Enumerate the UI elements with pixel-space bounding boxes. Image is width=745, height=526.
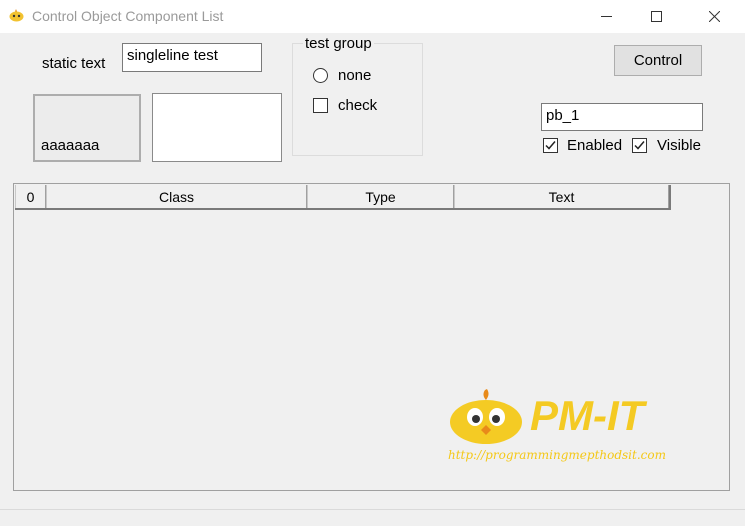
window-title: Control Object Component List	[32, 8, 224, 24]
none-radio-label: none	[338, 67, 372, 84]
checkmark-icon	[633, 139, 646, 152]
pm-it-watermark: PM-IT http://programmingmepthodsit.com	[446, 384, 696, 474]
visible-checkbox[interactable]	[632, 138, 647, 153]
watermark-brand: PM-IT	[530, 392, 645, 439]
watermark-url: http://programmingmepthodsit.com	[448, 448, 666, 462]
column-header-text[interactable]: Text	[454, 185, 669, 208]
title-bar[interactable]: Control Object Component List	[0, 0, 745, 33]
maximize-icon	[650, 11, 662, 22]
table-header: 0 Class Type Text	[15, 185, 671, 210]
control-button[interactable]: Control	[614, 45, 702, 76]
app-chick-icon	[8, 8, 25, 22]
none-radio-button[interactable]	[313, 68, 328, 83]
picture-button[interactable]: aaaaaaa	[33, 94, 141, 162]
chick-mascot-icon	[446, 386, 526, 450]
control-name-value: pb_1	[546, 107, 580, 124]
picture-button-caption: aaaaaaa	[41, 137, 100, 154]
checkmark-icon	[544, 139, 557, 152]
component-list-table[interactable]: 0 Class Type Text PM-IT http://programmi…	[13, 183, 730, 491]
status-divider	[0, 509, 745, 510]
close-icon	[708, 11, 720, 22]
column-header-type[interactable]: Type	[307, 185, 454, 208]
singleline-input-value: singleline test	[127, 47, 218, 64]
singleline-input[interactable]: singleline test	[122, 43, 262, 72]
minimize-icon	[600, 11, 612, 22]
check-checkbox-label: check	[338, 97, 378, 114]
control-name-input[interactable]: pb_1	[541, 103, 703, 131]
test-group-caption: test group	[303, 35, 374, 52]
visible-checkbox-label: Visible	[657, 137, 701, 154]
static-text-label: static text	[42, 55, 106, 72]
check-checkbox[interactable]	[313, 98, 328, 113]
enabled-checkbox-label: Enabled	[567, 137, 623, 154]
enabled-checkbox[interactable]	[543, 138, 558, 153]
close-button[interactable]	[691, 0, 737, 33]
control-button-label: Control	[633, 52, 683, 69]
multiline-input[interactable]	[152, 93, 282, 162]
minimize-button[interactable]	[583, 0, 629, 33]
maximize-button[interactable]	[633, 0, 679, 33]
column-header-class[interactable]: Class	[46, 185, 307, 208]
column-header-index[interactable]: 0	[15, 185, 46, 208]
